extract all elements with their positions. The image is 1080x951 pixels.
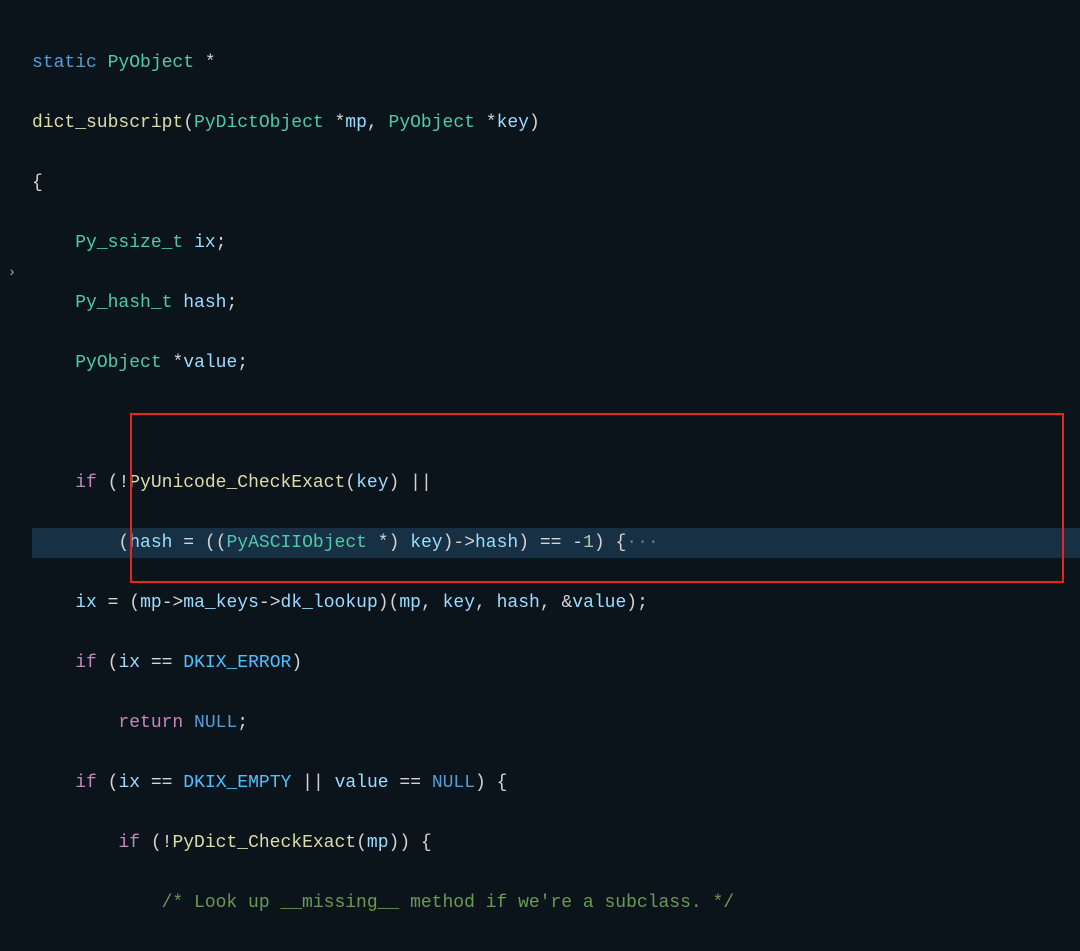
code-line[interactable]: if (!PyUnicode_CheckExact(key) ||: [32, 468, 1080, 498]
code-line[interactable]: static PyObject *: [32, 48, 1080, 78]
keyword-static: static: [32, 53, 97, 73]
code-line[interactable]: dict_subscript(PyDictObject *mp, PyObjec…: [32, 108, 1080, 138]
fold-ellipsis[interactable]: ···: [626, 533, 658, 553]
code-line[interactable]: {: [32, 168, 1080, 198]
code-line[interactable]: Py_hash_t hash;: [32, 288, 1080, 318]
code-line[interactable]: return NULL;: [32, 708, 1080, 738]
comment: /* Look up __missing__ method if we're a…: [162, 893, 735, 913]
code-line[interactable]: Py_ssize_t ix;: [32, 228, 1080, 258]
star: *: [205, 53, 216, 73]
code-line[interactable]: if (ix == DKIX_ERROR): [32, 648, 1080, 678]
gutter: ›: [0, 18, 24, 288]
code-line[interactable]: /* Look up __missing__ method if we're a…: [32, 888, 1080, 918]
code-line[interactable]: if (!PyDict_CheckExact(mp)) {: [32, 828, 1080, 858]
code-line[interactable]: [32, 408, 1080, 438]
code-line[interactable]: if (ix == DKIX_EMPTY || value == NULL) {: [32, 768, 1080, 798]
code-line-highlighted[interactable]: (hash = ((PyASCIIObject *) key)->hash) =…: [32, 528, 1080, 558]
code-line[interactable]: ix = (mp->ma_keys->dk_lookup)(mp, key, h…: [32, 588, 1080, 618]
func-name: dict_subscript: [32, 113, 183, 133]
code-editor[interactable]: › static PyObject * dict_subscript(PyDic…: [0, 0, 1080, 951]
type: PyObject: [108, 53, 194, 73]
fold-marker[interactable]: ›: [0, 258, 24, 288]
code-area[interactable]: static PyObject * dict_subscript(PyDictO…: [0, 18, 1080, 951]
code-line[interactable]: PyObject *value;: [32, 348, 1080, 378]
